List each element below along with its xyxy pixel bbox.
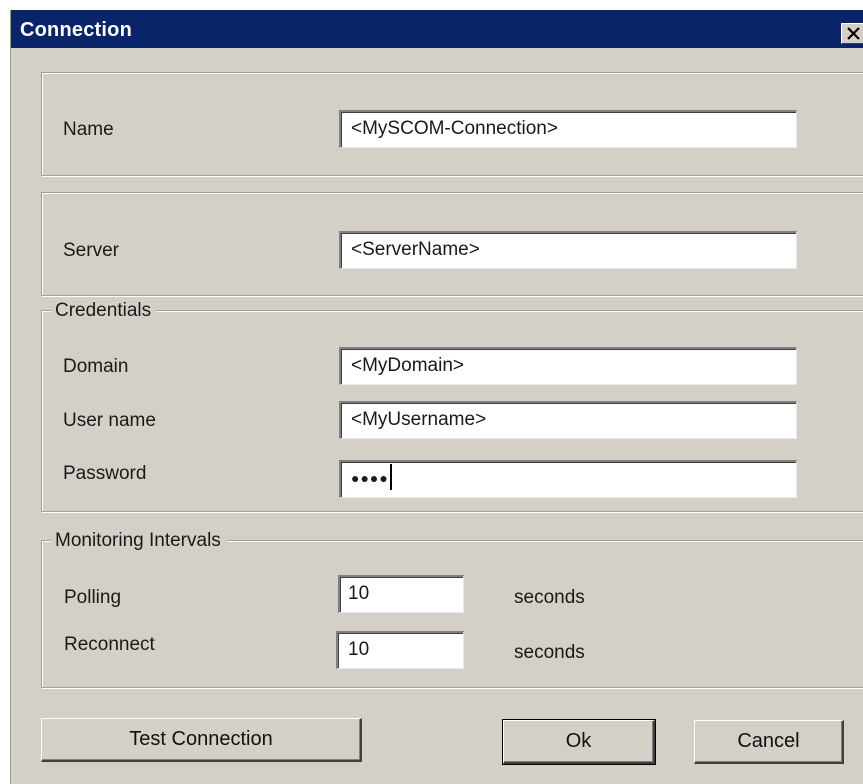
password-label: Password <box>63 463 147 484</box>
password-mask: ●●●● <box>351 470 389 486</box>
reconnect-field[interactable]: 10 <box>336 631 464 669</box>
ok-button[interactable]: Ok <box>502 719 656 765</box>
name-label: Name <box>63 119 114 140</box>
monitoring-intervals-legend: Monitoring Intervals <box>51 530 227 552</box>
connection-dialog: Connection Name <MySCOM-Connection> Serv… <box>10 10 863 784</box>
credentials-group: Credentials Domain <MyDomain> User name … <box>41 300 863 512</box>
server-group: Server <ServerName> <box>41 192 863 296</box>
test-connection-button[interactable]: Test Connection <box>41 718 362 762</box>
server-label: Server <box>63 240 119 261</box>
polling-label: Polling <box>64 587 122 608</box>
reconnect-unit: seconds <box>514 642 585 663</box>
username-label: User name <box>63 410 156 431</box>
reconnect-label: Reconnect <box>64 634 155 655</box>
monitoring-intervals-group: Monitoring Intervals Polling 10 seconds … <box>41 530 863 688</box>
server-field[interactable]: <ServerName> <box>339 231 797 269</box>
credentials-legend: Credentials <box>51 300 158 322</box>
password-field[interactable]: ●●●● <box>339 460 797 498</box>
title-bar[interactable]: Connection <box>11 10 863 48</box>
name-group: Name <MySCOM-Connection> <box>41 72 863 176</box>
close-icon <box>847 27 860 40</box>
name-field[interactable]: <MySCOM-Connection> <box>339 110 797 148</box>
domain-label: Domain <box>63 356 129 377</box>
dialog-title: Connection <box>20 19 132 41</box>
domain-field[interactable]: <MyDomain> <box>339 347 797 385</box>
polling-unit: seconds <box>514 587 585 608</box>
cancel-button[interactable]: Cancel <box>694 720 844 764</box>
text-caret <box>389 463 392 490</box>
close-button[interactable] <box>841 23 863 44</box>
polling-field[interactable]: 10 <box>338 575 464 613</box>
username-field[interactable]: <MyUsername> <box>339 401 797 439</box>
